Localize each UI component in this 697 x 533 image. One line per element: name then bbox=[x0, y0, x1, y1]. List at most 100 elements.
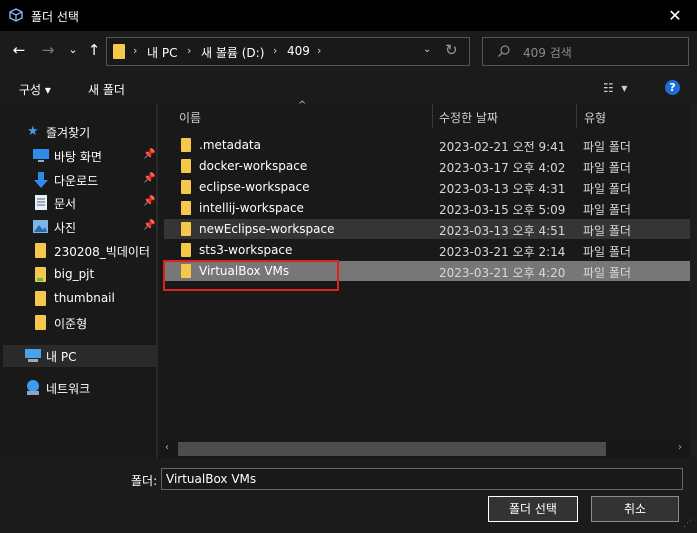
document-icon bbox=[35, 195, 47, 210]
breadcrumb-drive-d[interactable]: 새 볼륨 (D:) bbox=[201, 44, 264, 61]
search-placeholder: 409 검색 bbox=[523, 46, 572, 60]
row-name: newEclipse-workspace bbox=[199, 222, 335, 236]
row-modified: 2023-03-21 오후 2:14 bbox=[439, 245, 566, 259]
breadcrumb-409[interactable]: 409 bbox=[287, 44, 310, 58]
folder-field-label: 폴더: bbox=[131, 474, 158, 488]
folder-icon bbox=[181, 180, 191, 194]
column-header-type[interactable]: 유형 bbox=[584, 109, 606, 133]
row-modified: 2023-02-21 오전 9:41 bbox=[439, 140, 566, 154]
row-type: 파일 폴더 bbox=[583, 161, 631, 175]
title-bar: 폴더 선택 ✕ bbox=[0, 0, 697, 31]
cancel-button[interactable]: 취소 bbox=[591, 496, 679, 522]
sidebar-item-my-pc[interactable]: 내 PC bbox=[3, 345, 156, 367]
picture-icon bbox=[33, 220, 48, 233]
row-modified: 2023-03-15 오후 5:09 bbox=[439, 203, 566, 217]
pin-icon: 📌 bbox=[143, 220, 156, 231]
table-row[interactable]: newEclipse-workspace 2023-03-13 오후 4:51 … bbox=[164, 219, 690, 239]
forward-arrow-icon[interactable]: → bbox=[37, 39, 59, 61]
sidebar-item-leejunhyung[interactable]: 이준형 bbox=[0, 312, 158, 334]
sidebar-item-quick-access[interactable]: ★ 즐겨찾기 bbox=[0, 121, 158, 143]
up-arrow-icon[interactable]: ↑ bbox=[83, 39, 105, 61]
organize-menu-button[interactable]: 구성 ▾ bbox=[19, 81, 51, 98]
scroll-left-icon[interactable]: ‹ bbox=[165, 442, 169, 453]
table-row[interactable]: .metadata 2023-02-21 오전 9:41 파일 폴더 bbox=[164, 135, 690, 155]
row-modified: 2023-03-17 오후 4:02 bbox=[439, 161, 566, 175]
column-header-name[interactable]: 이름 bbox=[179, 109, 201, 133]
search-box[interactable]: 409 검색 bbox=[482, 37, 689, 66]
navigation-pane: ★ 즐겨찾기 바탕 화면 📌 다운로드 📌 문서 📌 사진 📌 230208_빅… bbox=[0, 104, 158, 458]
command-toolbar: 구성 ▾ 새 폴더 ☷ ▾ ? bbox=[0, 71, 697, 104]
download-icon bbox=[34, 172, 48, 188]
sidebar-item-label: big_pjt bbox=[54, 267, 95, 281]
column-divider[interactable] bbox=[576, 104, 577, 128]
scroll-right-icon[interactable]: › bbox=[678, 442, 682, 453]
row-name: .metadata bbox=[199, 138, 261, 152]
sidebar-item-big-pjt[interactable]: big_pjt bbox=[0, 264, 158, 286]
row-type: 파일 폴더 bbox=[583, 224, 631, 238]
table-row[interactable]: intellij-workspace 2023-03-15 오후 5:09 파일… bbox=[164, 198, 690, 218]
new-folder-button[interactable]: 새 폴더 bbox=[88, 81, 125, 98]
refresh-icon[interactable]: ↻ bbox=[445, 41, 458, 59]
sidebar-item-label: 문서 bbox=[54, 197, 77, 211]
back-arrow-icon[interactable]: ← bbox=[8, 39, 30, 61]
pc-icon bbox=[25, 349, 41, 362]
folder-icon bbox=[113, 44, 125, 59]
breadcrumb-separator-icon: › bbox=[187, 44, 192, 57]
address-dropdown-icon[interactable]: ⌄ bbox=[423, 44, 431, 55]
column-header-modified[interactable]: 수정한 날짜 bbox=[439, 109, 498, 133]
pin-icon: 📌 bbox=[143, 173, 156, 184]
sidebar-item-thumbnail[interactable]: thumbnail bbox=[0, 288, 158, 310]
sidebar-item-desktop[interactable]: 바탕 화면 📌 bbox=[0, 145, 158, 167]
table-row[interactable]: sts3-workspace 2023-03-21 오후 2:14 파일 폴더 bbox=[164, 240, 690, 260]
row-type: 파일 폴더 bbox=[583, 203, 631, 217]
search-icon bbox=[498, 45, 510, 57]
folder-icon bbox=[181, 159, 191, 173]
folder-icon bbox=[35, 291, 46, 306]
sidebar-item-documents[interactable]: 문서 📌 bbox=[0, 192, 158, 214]
close-icon[interactable]: ✕ bbox=[658, 2, 692, 29]
row-name: intellij-workspace bbox=[199, 201, 304, 215]
column-divider[interactable] bbox=[432, 104, 433, 128]
table-row[interactable]: eclipse-workspace 2023-03-13 오후 4:31 파일 … bbox=[164, 177, 690, 197]
row-name: eclipse-workspace bbox=[199, 180, 310, 194]
breadcrumb-my-pc[interactable]: 내 PC bbox=[147, 44, 177, 61]
sidebar-item-label: 230208_빅데이터 bbox=[54, 245, 150, 259]
address-bar[interactable]: › 내 PC › 새 볼륨 (D:) › 409 › ⌄ ↻ bbox=[106, 37, 470, 66]
folder-icon bbox=[35, 315, 46, 330]
row-type: 파일 폴더 bbox=[583, 245, 631, 259]
row-name: docker-workspace bbox=[199, 159, 308, 173]
folder-icon bbox=[35, 267, 46, 282]
help-icon[interactable]: ? bbox=[665, 80, 680, 95]
select-folder-button[interactable]: 폴더 선택 bbox=[488, 496, 578, 522]
row-type: 파일 폴더 bbox=[583, 140, 631, 154]
table-row[interactable]: docker-workspace 2023-03-17 오후 4:02 파일 폴… bbox=[164, 156, 690, 176]
row-type: 파일 폴더 bbox=[583, 266, 631, 280]
row-modified: 2023-03-21 오후 4:20 bbox=[439, 266, 566, 280]
virtualbox-app-icon bbox=[9, 8, 23, 22]
desktop-icon bbox=[33, 149, 49, 162]
sidebar-item-label: 내 PC bbox=[46, 350, 77, 364]
sidebar-item-label: thumbnail bbox=[54, 291, 115, 305]
recent-locations-chevron-icon[interactable]: ⌄ bbox=[62, 39, 84, 61]
sort-ascending-icon: ^ bbox=[298, 100, 307, 111]
dialog-footer: 폴더: VirtualBox VMs 폴더 선택 취소 bbox=[0, 458, 697, 533]
sidebar-item-pictures[interactable]: 사진 📌 bbox=[0, 216, 158, 238]
sidebar-item-label: 이준형 bbox=[54, 317, 88, 331]
sidebar-item-label: 다운로드 bbox=[54, 174, 99, 188]
view-options-icon[interactable]: ☷ ▾ bbox=[603, 81, 627, 95]
scrollbar-thumb[interactable] bbox=[178, 442, 606, 456]
sidebar-item-230208[interactable]: 230208_빅데이터 bbox=[0, 240, 158, 262]
folder-name-input[interactable]: VirtualBox VMs bbox=[161, 468, 683, 490]
pin-icon: 📌 bbox=[143, 196, 156, 207]
sidebar-item-network[interactable]: 네트워크 bbox=[0, 377, 158, 399]
sidebar-item-label: 바탕 화면 bbox=[54, 150, 102, 164]
folder-icon bbox=[35, 243, 46, 258]
horizontal-scrollbar[interactable]: ‹ › bbox=[160, 441, 690, 458]
row-modified: 2023-03-13 오후 4:31 bbox=[439, 182, 566, 196]
sidebar-item-downloads[interactable]: 다운로드 📌 bbox=[0, 169, 158, 191]
row-name: sts3-workspace bbox=[199, 243, 293, 257]
breadcrumb-separator-icon: › bbox=[317, 44, 322, 57]
window-title: 폴더 선택 bbox=[31, 10, 79, 24]
resize-grip-icon[interactable]: ⋰ bbox=[683, 519, 692, 529]
breadcrumb-separator-icon: › bbox=[133, 44, 138, 57]
